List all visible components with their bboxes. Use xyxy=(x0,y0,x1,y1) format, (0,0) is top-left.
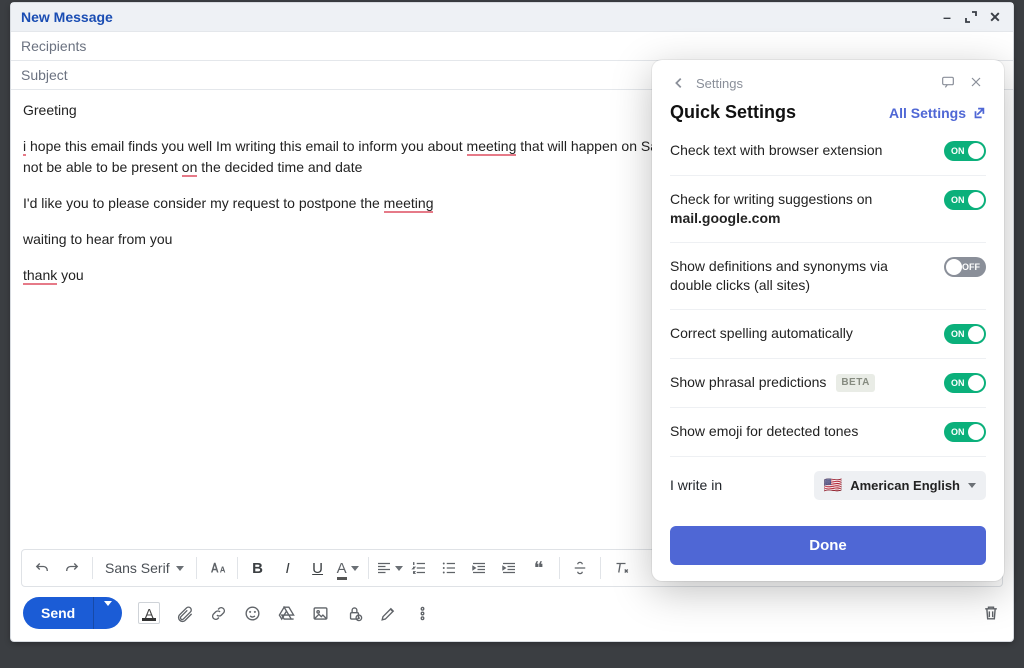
bold-button[interactable]: B xyxy=(244,554,272,582)
all-settings-link[interactable]: All Settings xyxy=(889,105,986,121)
compose-actions: Send A xyxy=(11,587,1013,641)
font-family-label: Sans Serif xyxy=(105,560,170,576)
more-options-button[interactable] xyxy=(412,603,432,623)
setting-label: Show phrasal predictions BETA xyxy=(670,373,875,392)
language-label: I write in xyxy=(670,477,722,493)
chevron-down-icon xyxy=(968,483,976,488)
indent-less-button[interactable] xyxy=(465,554,493,582)
insert-signature-button[interactable] xyxy=(378,603,398,623)
setting-row: Show definitions and synonyms via double… xyxy=(670,242,986,309)
recipients-field[interactable]: Recipients xyxy=(11,32,1013,61)
redo-button[interactable] xyxy=(58,554,86,582)
setting-toggle[interactable]: ON xyxy=(944,190,986,210)
chevron-down-icon xyxy=(104,601,112,621)
minimize-button[interactable]: – xyxy=(939,9,955,25)
settings-header-label: Settings xyxy=(696,76,743,91)
setting-label: Show definitions and synonyms via double… xyxy=(670,257,900,295)
setting-row: Show phrasal predictions BETA ON xyxy=(670,358,986,407)
underline-button[interactable]: U xyxy=(304,554,332,582)
setting-label: Correct spelling automatically xyxy=(670,324,853,343)
setting-row: Correct spelling automatically ON xyxy=(670,309,986,358)
undo-button[interactable] xyxy=(28,554,56,582)
font-family-dropdown[interactable]: Sans Serif xyxy=(99,554,190,582)
insert-photo-button[interactable] xyxy=(310,603,330,623)
setting-label: Show emoji for detected tones xyxy=(670,422,858,441)
font-size-button[interactable] xyxy=(203,554,231,582)
quick-settings-popover: Settings Quick Settings All Settings Che… xyxy=(652,60,1004,581)
setting-toggle[interactable]: ON xyxy=(944,422,986,442)
align-button[interactable] xyxy=(375,554,403,582)
bulleted-list-button[interactable] xyxy=(435,554,463,582)
formatting-toggle-button[interactable]: A xyxy=(138,602,160,624)
send-options-button[interactable] xyxy=(93,597,122,629)
discard-draft-button[interactable] xyxy=(981,603,1001,623)
strikethrough-button[interactable] xyxy=(566,554,594,582)
language-dropdown[interactable]: 🇺🇸 American English xyxy=(814,471,987,500)
flag-us-icon: 🇺🇸 xyxy=(824,478,843,493)
send-button[interactable]: Send xyxy=(23,597,93,629)
quote-button[interactable]: ❝ xyxy=(525,554,553,582)
fullscreen-button[interactable] xyxy=(963,9,979,25)
quick-settings-title: Quick Settings xyxy=(670,102,796,123)
setting-toggle[interactable]: OFF xyxy=(944,257,986,277)
close-popover-button[interactable] xyxy=(968,74,986,92)
language-value: American English xyxy=(850,478,960,493)
setting-label: Check text with browser extension xyxy=(670,141,882,160)
setting-toggle[interactable]: ON xyxy=(944,141,986,161)
insert-drive-button[interactable] xyxy=(276,603,296,623)
numbered-list-button[interactable] xyxy=(405,554,433,582)
insert-link-button[interactable] xyxy=(208,603,228,623)
compose-titlebar: New Message – ✕ xyxy=(11,3,1013,32)
setting-label: Check for writing suggestions on mail.go… xyxy=(670,190,900,228)
close-button[interactable]: ✕ xyxy=(987,9,1003,25)
compose-title: New Message xyxy=(21,9,113,25)
insert-emoji-button[interactable] xyxy=(242,603,262,623)
setting-toggle[interactable]: ON xyxy=(944,324,986,344)
text-color-button[interactable]: A xyxy=(334,554,362,582)
clear-formatting-button[interactable] xyxy=(607,554,635,582)
italic-button[interactable]: I xyxy=(274,554,302,582)
chevron-down-icon xyxy=(176,566,184,571)
done-button[interactable]: Done xyxy=(670,526,986,565)
external-link-icon xyxy=(972,106,986,120)
indent-more-button[interactable] xyxy=(495,554,523,582)
setting-row: Check text with browser extension ON xyxy=(670,131,986,175)
confidential-mode-button[interactable] xyxy=(344,603,364,623)
feedback-icon[interactable] xyxy=(940,74,958,92)
setting-row: Show emoji for detected tones ON xyxy=(670,407,986,456)
attach-file-button[interactable] xyxy=(174,603,194,623)
settings-back-button[interactable] xyxy=(670,74,688,92)
setting-toggle[interactable]: ON xyxy=(944,373,986,393)
setting-row: Check for writing suggestions on mail.go… xyxy=(670,175,986,242)
